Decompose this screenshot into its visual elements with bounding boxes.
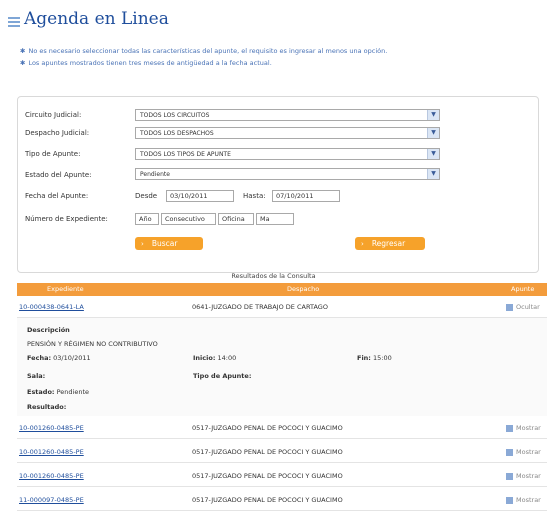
collapse-icon bbox=[506, 303, 513, 311]
mostrar-button[interactable]: Mostrar bbox=[506, 418, 541, 438]
table-row: 10-001260-0485-PE 0517-JUZGADO PENAL DE … bbox=[17, 418, 547, 439]
chevron-right-icon: › bbox=[361, 240, 364, 248]
table-row: 11-000097-0485-PE 0517-JUZGADO PENAL DE … bbox=[17, 490, 547, 511]
estado-label: Estado del Apunte: bbox=[25, 171, 92, 179]
despacho-select[interactable]: TODOS LOS DESPACHOS ▼ bbox=[135, 127, 440, 139]
chevron-down-icon: ▼ bbox=[427, 169, 439, 179]
star-icon: ✱ bbox=[20, 59, 26, 67]
col-apunte: Apunte bbox=[511, 285, 535, 293]
mostrar-button[interactable]: Mostrar bbox=[506, 490, 541, 510]
col-despacho: Despacho bbox=[287, 285, 320, 293]
expediente-link[interactable]: 11-000097-0485-PE bbox=[19, 490, 84, 510]
fecha-detail-label: Fecha: bbox=[27, 354, 52, 362]
inicio-value: 14:00 bbox=[217, 354, 237, 362]
expediente-link[interactable]: 10-001260-0485-PE bbox=[19, 442, 84, 462]
estado-detail-label: Estado: bbox=[27, 388, 55, 396]
descripcion-value: PENSIÓN Y RÉGIMEN NO CONTRIBUTIVO bbox=[27, 340, 158, 348]
chevron-down-icon: ▼ bbox=[427, 110, 439, 120]
fin-label: Fin: bbox=[357, 354, 371, 362]
desde-label: Desde bbox=[135, 192, 158, 200]
fin-value: 15:00 bbox=[372, 354, 392, 362]
despacho-cell: 0641-JUZGADO DE TRABAJO DE CARTAGO bbox=[192, 303, 328, 311]
hasta-label: Hasta: bbox=[243, 192, 266, 200]
despacho-label: Despacho Judicial: bbox=[25, 129, 90, 137]
despacho-cell: 0517-JUZGADO PENAL DE POCOCI Y GUACIMO bbox=[192, 424, 343, 432]
results-title: Resultados de la Consulta bbox=[231, 272, 316, 280]
expediente-ano-input[interactable]: Año bbox=[135, 213, 159, 225]
regresar-button[interactable]: › Regresar bbox=[355, 237, 425, 250]
inicio-label: Inicio: bbox=[193, 354, 216, 362]
chevron-down-icon: ▼ bbox=[427, 149, 439, 159]
estado-detail-value: Pendiente bbox=[56, 388, 90, 396]
note-1: ✱ No es necesario seleccionar todas las c… bbox=[20, 47, 388, 55]
expand-icon bbox=[506, 424, 513, 432]
chevron-down-icon: ▼ bbox=[427, 128, 439, 138]
fecha-detail-value: 03/10/2011 bbox=[53, 354, 91, 362]
table-row: 10-001260-0485-PE 0517-JUZGADO PENAL DE … bbox=[17, 442, 547, 463]
despacho-cell: 0517-JUZGADO PENAL DE POCOCI Y GUACIMO bbox=[192, 472, 343, 480]
mostrar-button[interactable]: Mostrar bbox=[506, 442, 541, 462]
table-row: 10-001260-0485-PE 0517-JUZGADO PENAL DE … bbox=[17, 466, 547, 487]
descripcion-label: Descripción bbox=[27, 326, 70, 334]
mostrar-button[interactable]: Mostrar bbox=[506, 466, 541, 486]
circuito-label: Circuito Judicial: bbox=[25, 111, 82, 119]
menu-icon[interactable] bbox=[8, 17, 20, 29]
tipo-select[interactable]: TODOS LOS TIPOS DE APUNTE ▼ bbox=[135, 148, 440, 160]
circuito-select[interactable]: TODOS LOS CIRCUITOS ▼ bbox=[135, 109, 440, 121]
expediente-ma-input[interactable]: Ma bbox=[256, 213, 294, 225]
expand-icon bbox=[506, 448, 513, 456]
expediente-label: Número de Expediente: bbox=[25, 215, 108, 223]
apunte-detail: Descripción PENSIÓN Y RÉGIMEN NO CONTRIB… bbox=[17, 318, 547, 416]
hasta-input[interactable]: 07/10/2011 bbox=[272, 190, 340, 202]
resultado-label: Resultado: bbox=[27, 403, 67, 411]
expediente-link[interactable]: 10-001260-0485-PE bbox=[19, 466, 84, 486]
despacho-cell: 0517-JUZGADO PENAL DE POCOCI Y GUACIMO bbox=[192, 496, 343, 504]
note-2: ✱ Los apuntes mostrados tienen tres meses… bbox=[20, 59, 272, 67]
col-expediente: Expediente bbox=[47, 285, 84, 293]
star-icon: ✱ bbox=[20, 47, 26, 55]
estado-select[interactable]: Pendiente ▼ bbox=[135, 168, 440, 180]
table-row: 10-000438-0641-LA 0641-JUZGADO DE TRABAJ… bbox=[17, 297, 547, 318]
fecha-label: Fecha del Apunte: bbox=[25, 192, 89, 200]
tipo-apunte-label: Tipo de Apunte: bbox=[193, 372, 252, 380]
results-table-header: Expediente Despacho Apunte bbox=[17, 283, 547, 296]
expand-icon bbox=[506, 496, 513, 504]
despacho-cell: 0517-JUZGADO PENAL DE POCOCI Y GUACIMO bbox=[192, 448, 343, 456]
header: Agenda en Linea bbox=[0, 0, 547, 40]
tipo-label: Tipo de Apunte: bbox=[25, 150, 81, 158]
expediente-oficina-input[interactable]: Oficina bbox=[218, 213, 254, 225]
desde-input[interactable]: 03/10/2011 bbox=[166, 190, 234, 202]
expediente-link[interactable]: 10-001260-0485-PE bbox=[19, 418, 84, 438]
expediente-consecutivo-input[interactable]: Consecutivo bbox=[161, 213, 216, 225]
expand-icon bbox=[506, 472, 513, 480]
chevron-right-icon: › bbox=[141, 240, 144, 248]
info-notes: ✱ No es necesario seleccionar todas las c… bbox=[20, 45, 387, 69]
ocultar-button[interactable]: Ocultar bbox=[506, 297, 540, 317]
sala-label: Sala: bbox=[27, 372, 46, 380]
page-title: Agenda en Linea bbox=[24, 9, 169, 29]
buscar-button[interactable]: › Buscar bbox=[135, 237, 203, 250]
search-form: Circuito Judicial: TODOS LOS CIRCUITOS ▼ … bbox=[17, 96, 539, 273]
expediente-link[interactable]: 10-000438-0641-LA bbox=[19, 297, 84, 317]
